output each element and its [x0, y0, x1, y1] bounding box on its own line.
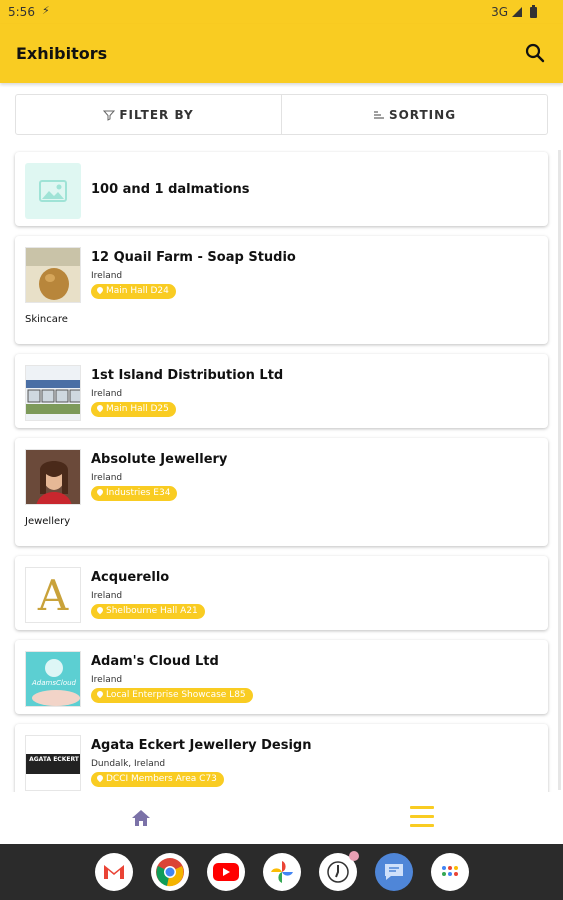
exhibitor-location: Ireland [91, 271, 123, 281]
adams-cloud-logo-text: AdamsCloud [32, 679, 76, 687]
exhibitor-name: Absolute Jewellery [91, 452, 228, 467]
bottom-navigation [0, 792, 563, 844]
location-pin-icon [95, 605, 105, 615]
stand-badge: Main Hall D25 [91, 402, 176, 417]
exhibitor-logo [25, 247, 81, 303]
exhibitor-card[interactable]: 12 Quail Farm - Soap Studio Ireland Main… [15, 236, 548, 344]
sorting-button[interactable]: SORTING [281, 95, 547, 134]
filter-icon [103, 110, 116, 121]
messages-icon[interactable] [374, 853, 413, 891]
status-bar: 5:56 ⚡ 3G [0, 0, 563, 24]
exhibitor-logo [25, 449, 81, 505]
stand-label: Industries E34 [106, 488, 171, 498]
photos-icon[interactable] [262, 853, 301, 891]
location-pin-icon [95, 773, 105, 783]
stand-label: Shelbourne Hall A21 [106, 606, 198, 616]
filter-by-button[interactable]: FILTER BY [16, 95, 281, 134]
location-pin-icon [95, 487, 105, 497]
filter-by-label: FILTER BY [119, 107, 194, 122]
stand-badge: Shelbourne Hall A21 [91, 604, 205, 619]
exhibitor-location: Ireland [91, 389, 123, 399]
exhibitor-logo: A [25, 567, 81, 623]
app-drawer-icon[interactable] [430, 853, 469, 891]
stand-badge: Industries E34 [91, 486, 178, 501]
status-icons: 3G [491, 4, 537, 19]
chrome-icon[interactable] [150, 853, 189, 891]
exhibitor-card[interactable]: AdamsCloud Adam's Cloud Ltd Ireland Loca… [15, 640, 548, 714]
exhibitor-location: Dundalk, Ireland [91, 759, 166, 769]
exhibitor-name: 100 and 1 dalmations [91, 182, 250, 197]
stand-label: Local Enterprise Showcase L85 [106, 690, 246, 700]
app-bar: Exhibitors [0, 24, 563, 83]
menu-line [410, 824, 434, 827]
stand-badge: Local Enterprise Showcase L85 [91, 688, 253, 703]
battery-icon [530, 4, 537, 18]
network-type: 3G [491, 5, 508, 19]
gmail-icon[interactable] [94, 853, 133, 891]
exhibitor-logo: AGATA ECKERT [25, 735, 81, 791]
stand-label: Main Hall D25 [106, 404, 169, 414]
location-pin-icon [95, 689, 105, 699]
exhibitor-name: 12 Quail Farm - Soap Studio [91, 250, 296, 265]
exhibitor-card[interactable]: Absolute Jewellery Ireland Industries E3… [15, 438, 548, 546]
signal-icon [512, 7, 522, 17]
page-title: Exhibitors [16, 44, 108, 63]
acquerello-logo-letter: A [37, 571, 69, 620]
exhibitor-category: Jewellery [25, 516, 71, 527]
exhibitor-list: 100 and 1 dalmations 12 Quail Farm - Soa… [0, 150, 563, 792]
menu-icon[interactable] [410, 806, 434, 830]
search-icon[interactable] [523, 41, 547, 65]
exhibitor-card[interactable]: 1st Island Distribution Ltd Ireland Main… [15, 354, 548, 428]
charging-icon: ⚡ [42, 4, 50, 17]
menu-line [410, 815, 434, 818]
exhibitor-card[interactable]: 100 and 1 dalmations [15, 152, 548, 226]
placeholder-image-icon [25, 163, 81, 219]
stand-label: Main Hall D24 [106, 286, 169, 296]
stand-badge: Main Hall D24 [91, 284, 176, 299]
exhibitor-card[interactable]: AGATA ECKERT Agata Eckert Jewellery Desi… [15, 724, 548, 792]
exhibitor-category: Skincare [25, 314, 68, 325]
exhibitor-name: 1st Island Distribution Ltd [91, 368, 284, 383]
stand-label: DCCI Members Area C73 [106, 774, 217, 784]
youtube-icon[interactable] [206, 853, 245, 891]
exhibitor-location: Ireland [91, 591, 123, 601]
exhibitor-name: Agata Eckert Jewellery Design [91, 738, 312, 753]
home-icon[interactable] [130, 808, 152, 828]
notification-dot [348, 851, 359, 861]
exhibitor-location: Ireland [91, 675, 123, 685]
list-scrollbar[interactable] [558, 150, 561, 790]
filter-sort-bar: FILTER BY SORTING [15, 94, 548, 135]
sorting-label: SORTING [388, 107, 457, 122]
exhibitor-name: Acquerello [91, 570, 170, 585]
exhibitor-logo [25, 365, 81, 421]
stand-badge: DCCI Members Area C73 [91, 772, 224, 787]
clock-icon[interactable] [318, 851, 359, 891]
location-pin-icon [95, 285, 105, 295]
system-dock [0, 844, 563, 900]
exhibitor-card[interactable]: A Acquerello Ireland Shelbourne Hall A21 [15, 556, 548, 630]
exhibitor-logo: AdamsCloud [25, 651, 81, 707]
exhibitor-location: Ireland [91, 473, 123, 483]
menu-line [410, 806, 434, 809]
exhibitor-name: Adam's Cloud Ltd [91, 654, 219, 669]
location-pin-icon [95, 403, 105, 413]
agata-logo-text: AGATA ECKERT [26, 754, 80, 774]
status-time: 5:56 [8, 5, 35, 19]
sort-icon [373, 110, 384, 119]
